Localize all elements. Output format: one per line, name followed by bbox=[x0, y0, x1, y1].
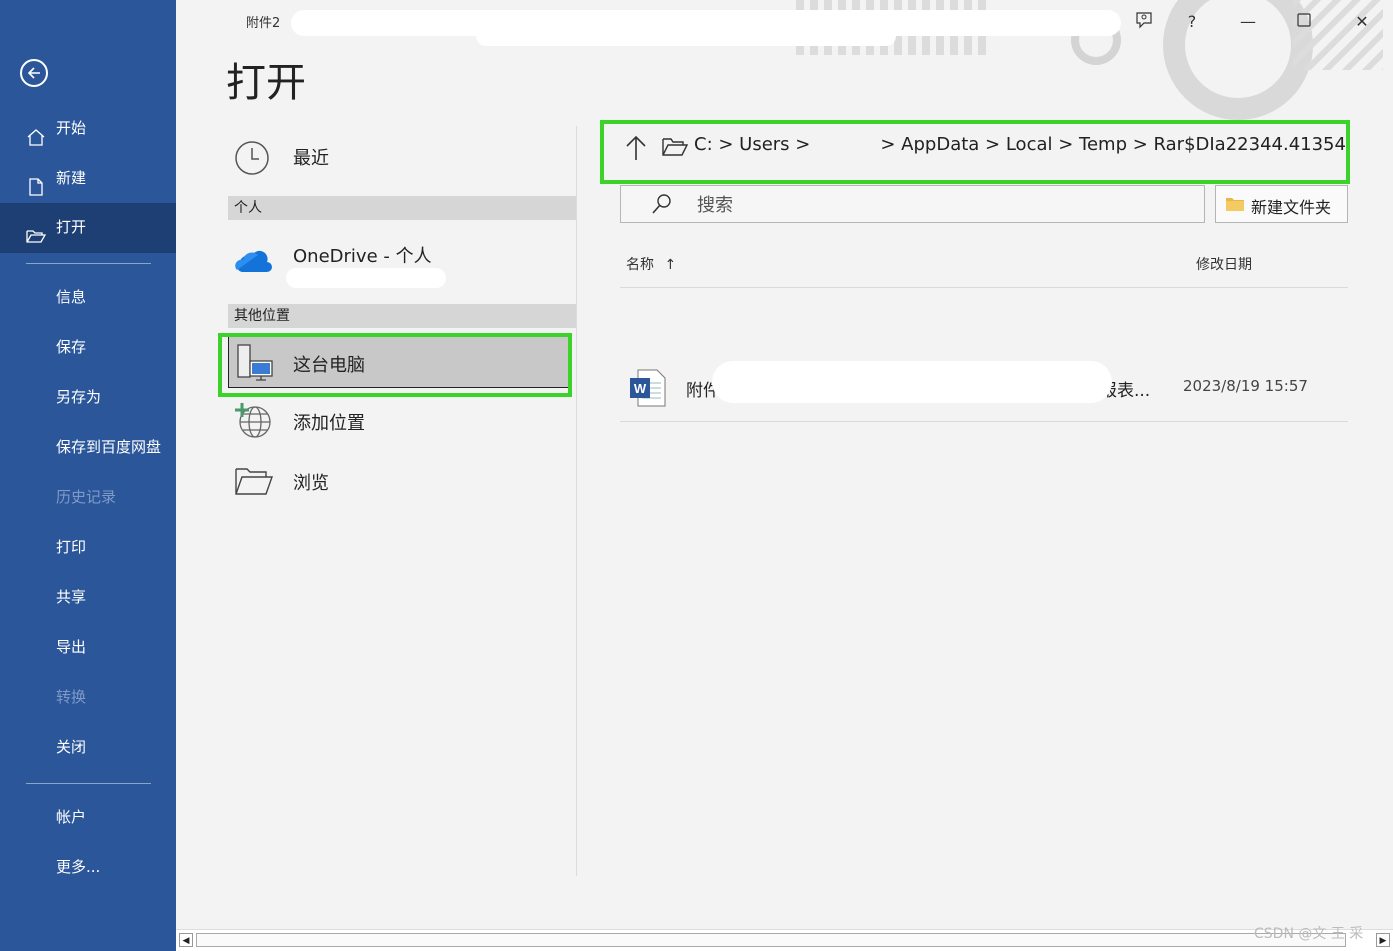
sidebar-item-label: 新建 bbox=[56, 169, 87, 187]
globe-add-icon bbox=[234, 401, 271, 438]
sort-ascending-icon: ↑ bbox=[664, 257, 677, 273]
place-label: 添加位置 bbox=[293, 413, 365, 434]
sidebar-item-label: 关闭 bbox=[56, 738, 87, 756]
new-folder-button[interactable]: 新建文件夹 bbox=[1215, 185, 1348, 223]
close-button[interactable]: ✕ bbox=[1350, 10, 1374, 34]
word-document-icon: W bbox=[630, 369, 666, 411]
scrollbar-thumb[interactable] bbox=[196, 933, 1346, 947]
sidebar-item-save[interactable]: 保存 bbox=[0, 323, 176, 371]
file-modified-date: 2023/8/19 15:57 bbox=[1183, 377, 1308, 395]
open-folder-icon bbox=[26, 217, 47, 243]
sidebar-item-label: 开始 bbox=[56, 119, 87, 137]
sidebar-item-label: 帐户 bbox=[56, 808, 87, 826]
title-bar: 附件2 ? — ✕ bbox=[176, 0, 1393, 120]
sidebar-item-home[interactable]: 开始 bbox=[0, 104, 176, 152]
sidebar-item-close[interactable]: 关闭 bbox=[0, 723, 176, 771]
place-label: 浏览 bbox=[293, 473, 329, 494]
scroll-left-arrow-icon[interactable]: ◀ bbox=[179, 933, 193, 947]
sidebar-item-history: 历史记录 bbox=[0, 473, 176, 521]
section-header-personal: 个人 bbox=[228, 196, 576, 220]
place-label: OneDrive - 个人 bbox=[293, 246, 432, 267]
sidebar-item-save-as[interactable]: 另存为 bbox=[0, 373, 176, 421]
sidebar-item-label: 保存到百度网盘 bbox=[56, 438, 162, 456]
redaction-scribble bbox=[712, 361, 1112, 403]
search-icon bbox=[651, 193, 673, 219]
highlight-box-breadcrumb bbox=[600, 120, 1350, 184]
sidebar-item-label: 转换 bbox=[56, 688, 87, 706]
place-onedrive[interactable]: OneDrive - 个人 bbox=[228, 228, 576, 298]
sidebar-item-more[interactable]: 更多... bbox=[0, 843, 176, 891]
svg-text:W: W bbox=[634, 381, 647, 396]
sidebar-item-label: 信息 bbox=[56, 288, 87, 306]
scroll-right-arrow-icon[interactable]: ▶ bbox=[1376, 933, 1390, 947]
sidebar-divider bbox=[26, 783, 151, 784]
file-row[interactable]: W 附件 报表... 2023/8/19 15:57 bbox=[620, 355, 1348, 421]
home-icon bbox=[26, 118, 46, 146]
section-header-other: 其他位置 bbox=[228, 304, 576, 328]
new-document-icon bbox=[26, 168, 46, 196]
watermark: CSDN @文 王 采 bbox=[1254, 926, 1364, 942]
sidebar-item-label: 共享 bbox=[56, 588, 87, 606]
page-title: 打开 bbox=[226, 60, 306, 106]
new-folder-icon bbox=[1226, 196, 1244, 216]
redaction-scribble bbox=[476, 26, 896, 46]
browse-folder-icon bbox=[234, 465, 273, 499]
sidebar-item-new[interactable]: 新建 bbox=[0, 154, 176, 202]
new-folder-label: 新建文件夹 bbox=[1251, 198, 1332, 217]
place-label: 最近 bbox=[293, 148, 329, 169]
onedrive-cloud-icon bbox=[234, 246, 272, 280]
help-button[interactable]: ? bbox=[1180, 10, 1204, 34]
header-divider bbox=[620, 287, 1348, 288]
sidebar-item-label: 打开 bbox=[56, 218, 87, 236]
sidebar-divider bbox=[26, 263, 151, 264]
sidebar-item-label: 打印 bbox=[56, 538, 87, 556]
sidebar-item-export[interactable]: 导出 bbox=[0, 623, 176, 671]
sidebar-item-share[interactable]: 共享 bbox=[0, 573, 176, 621]
pane-divider bbox=[576, 126, 577, 876]
place-recent[interactable]: 最近 bbox=[228, 126, 576, 186]
maximize-button[interactable] bbox=[1292, 10, 1316, 34]
clock-icon bbox=[234, 140, 270, 175]
row-divider bbox=[620, 421, 1348, 422]
minimize-button[interactable]: — bbox=[1236, 10, 1260, 34]
sidebar-item-label: 另存为 bbox=[56, 388, 102, 406]
sidebar-item-convert: 转换 bbox=[0, 673, 176, 721]
highlight-box-this-pc bbox=[218, 333, 572, 397]
back-arrow-icon[interactable] bbox=[20, 59, 48, 87]
column-header-modified[interactable]: 修改日期 bbox=[1196, 254, 1252, 274]
feedback-icon[interactable] bbox=[1132, 10, 1156, 34]
sidebar-item-label: 导出 bbox=[56, 638, 87, 656]
sidebar-item-label: 保存 bbox=[56, 338, 87, 356]
sidebar-item-print[interactable]: 打印 bbox=[0, 523, 176, 571]
horizontal-scrollbar[interactable]: ◀ ▶ bbox=[176, 929, 1393, 951]
sidebar-item-save-to-baidu[interactable]: 保存到百度网盘 bbox=[0, 423, 176, 471]
sidebar-item-account[interactable]: 帐户 bbox=[0, 793, 176, 841]
search-box[interactable] bbox=[620, 185, 1205, 223]
place-add-location[interactable]: 添加位置 bbox=[228, 391, 576, 451]
backstage-sidebar: 开始 新建 打开 信息 保存 另存为 保存到百度网盘 历史记录 打印 共享 导出… bbox=[0, 0, 176, 951]
search-input[interactable] bbox=[695, 192, 1179, 218]
redaction-scribble bbox=[286, 268, 446, 288]
sidebar-item-open[interactable]: 打开 bbox=[0, 203, 176, 253]
document-title: 附件2 bbox=[246, 16, 281, 31]
sidebar-item-label: 历史记录 bbox=[56, 488, 117, 506]
column-header-name-label: 名称 bbox=[626, 257, 654, 273]
sidebar-item-info[interactable]: 信息 bbox=[0, 273, 176, 321]
place-browse[interactable]: 浏览 bbox=[228, 451, 576, 511]
column-header-name[interactable]: 名称 ↑ bbox=[626, 254, 676, 274]
sidebar-item-label: 更多... bbox=[56, 858, 101, 876]
